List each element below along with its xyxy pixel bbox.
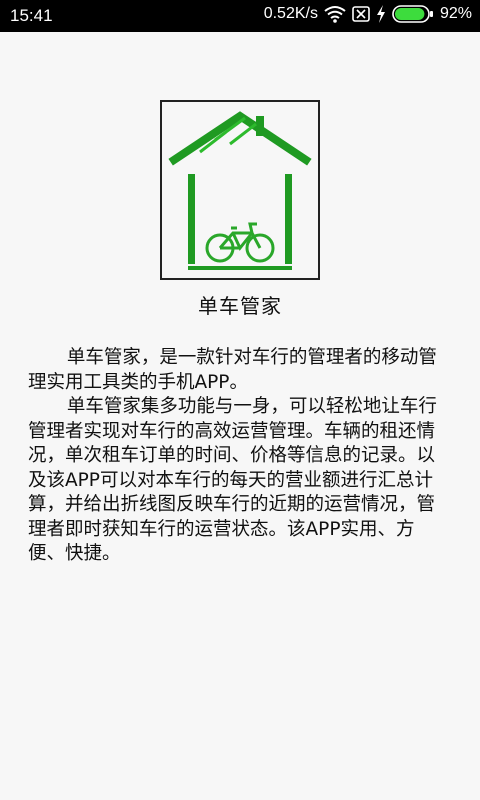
wifi-icon xyxy=(324,5,346,23)
no-sim-icon xyxy=(352,6,370,22)
status-time: 15:41 xyxy=(10,6,53,25)
app-description: 单车管家，是一款针对车行的管理者的移动管理实用工具类的手机APP。 单车管家集多… xyxy=(28,346,448,567)
status-indicators: 0.52K/s 92% xyxy=(264,5,472,23)
description-paragraph: 单车管家，是一款针对车行的管理者的移动管理实用工具类的手机APP。 xyxy=(28,347,437,393)
main-content: 单车管家 单车管家，是一款针对车行的管理者的移动管理实用工具类的手机APP。 单… xyxy=(0,32,480,800)
app-title: 单车管家 xyxy=(198,294,282,318)
battery-percent: 92% xyxy=(439,5,472,22)
status-bar: 15:41 0.52K/s 92% xyxy=(0,0,480,32)
bicycle-icon xyxy=(205,222,275,263)
charging-icon xyxy=(376,5,386,23)
battery-icon xyxy=(392,5,434,23)
description-paragraph: 单车管家集多功能与一身，可以轻松地让车行管理者实现对车行的高效运营管理。车辆的租… xyxy=(28,396,437,564)
app-logo xyxy=(160,100,320,280)
network-speed: 0.52K/s xyxy=(263,5,318,22)
